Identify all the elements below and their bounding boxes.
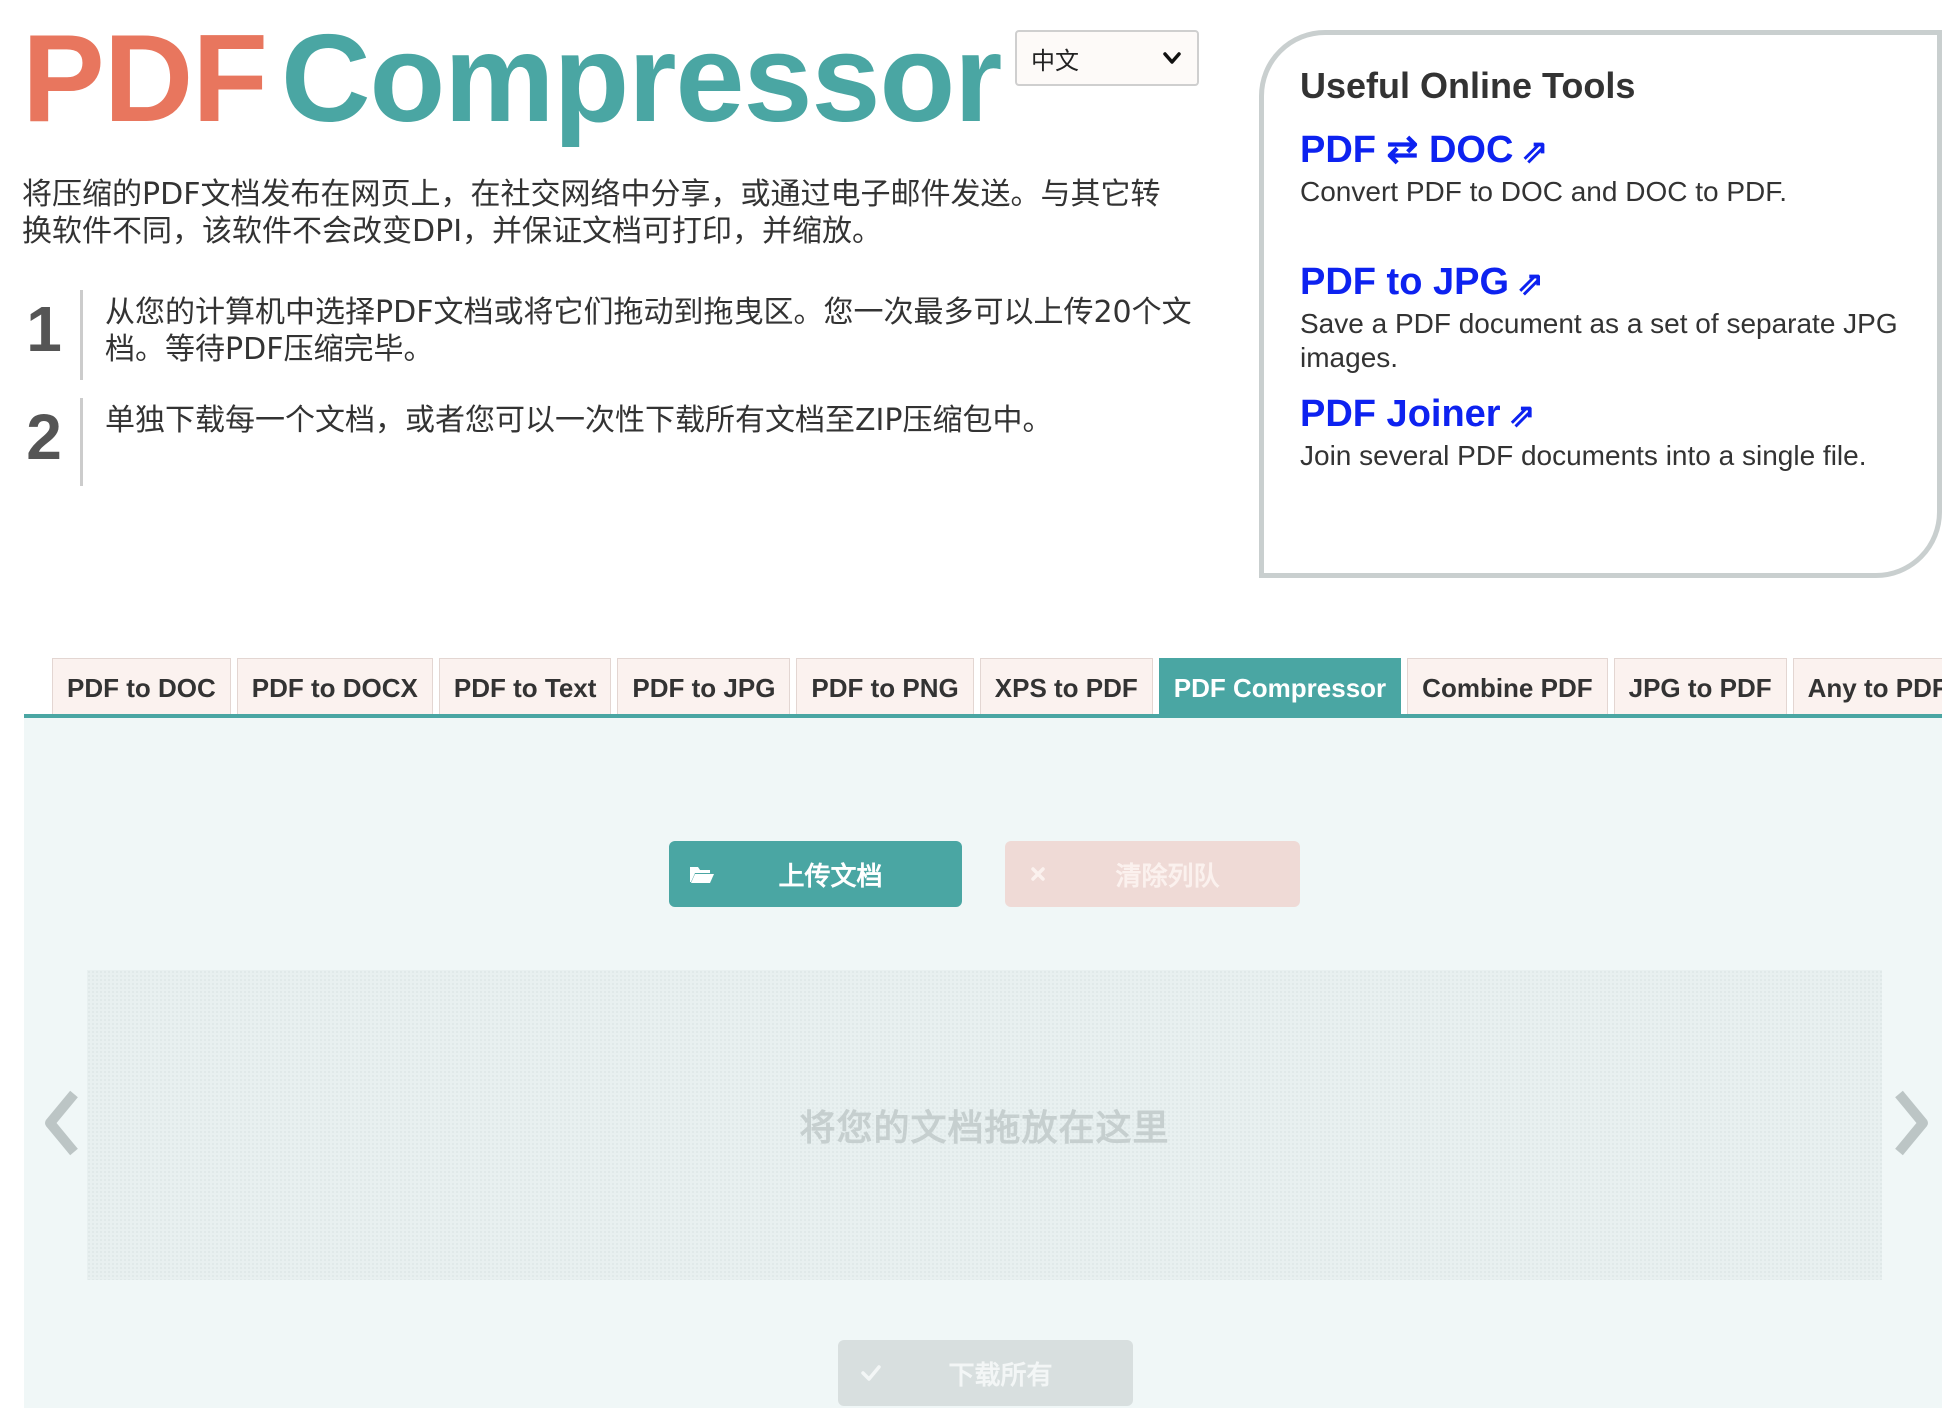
chevron-left-icon[interactable] <box>38 1088 88 1158</box>
tab-pdf-to-jpg[interactable]: PDF to JPG <box>617 658 791 716</box>
step-text: 从您的计算机中选择PDF文档或将它们拖动到拖曳区。您一次最多可以上传20个文档。… <box>105 295 1192 367</box>
tab-any-to-pdf[interactable]: Any to PDF <box>1792 658 1942 716</box>
clear-queue-button[interactable]: 清除列队 <box>1005 841 1300 907</box>
tool-link-label: PDF ⇄ DOC <box>1300 129 1514 171</box>
close-icon <box>1031 867 1045 881</box>
logo: PDF Compressor <box>22 14 1002 144</box>
checkmark-icon <box>861 1365 881 1381</box>
download-all-button[interactable]: 下载所有 <box>838 1340 1133 1406</box>
external-link-icon: ⇗ <box>1521 133 1549 169</box>
tool-description: Convert PDF to DOC and DOC to PDF. <box>1300 176 1788 207</box>
tab-combine-pdf[interactable]: Combine PDF <box>1407 658 1608 716</box>
tool-tabs: PDF to DOC PDF to DOCX PDF to Text PDF t… <box>52 658 1942 716</box>
step-1: 1 从您的计算机中选择PDF文档或将它们拖动到拖曳区。您一次最多可以上传20个文… <box>22 290 1192 380</box>
tool-description: Save a PDF document as a set of separate… <box>1300 308 1898 373</box>
step-divider <box>80 398 83 486</box>
tool-item-pdf-joiner: PDF Joiner ⇗ Join several PDF documents i… <box>1300 392 1920 473</box>
step-number: 2 <box>26 401 62 473</box>
folder-open-icon <box>690 867 714 883</box>
step-divider <box>80 290 83 380</box>
tool-link-pdf-joiner[interactable]: PDF Joiner ⇗ <box>1300 392 1535 437</box>
tab-pdf-to-docx[interactable]: PDF to DOCX <box>236 658 433 716</box>
external-link-icon: ⇗ <box>1508 397 1536 433</box>
tool-link-pdf-jpg[interactable]: PDF to JPG ⇗ <box>1300 260 1544 305</box>
intro-text: 将压缩的PDF文档发布在网页上，在社交网络中分享，或通过电子邮件发送。与其它转换… <box>22 177 1161 249</box>
tab-jpg-to-pdf[interactable]: JPG to PDF <box>1613 658 1787 716</box>
dropzone-text: 将您的文档拖放在这里 <box>799 1108 1170 1149</box>
useful-tools-title: Useful Online Tools <box>1300 65 1636 106</box>
tab-pdf-to-doc[interactable]: PDF to DOC <box>52 658 231 716</box>
chevron-right-icon[interactable] <box>1885 1088 1935 1158</box>
external-link-icon: ⇗ <box>1517 265 1544 301</box>
useful-tools-panel: Useful Online Tools PDF ⇄ DOC ⇗ Convert P… <box>1259 30 1942 578</box>
tool-link-label: PDF to JPG <box>1300 261 1510 303</box>
chevron-down-icon <box>1163 52 1181 64</box>
logo-compressor: Compressor <box>281 10 1002 148</box>
tool-link-label: PDF Joiner <box>1300 393 1501 435</box>
tool-description: Join several PDF documents into a single… <box>1300 440 1867 471</box>
language-select[interactable]: 中文 <box>1015 30 1199 86</box>
step-number: 1 <box>26 293 62 365</box>
step-2: 2 单独下载每一个文档，或者您可以一次性下载所有文档至ZIP压缩包中。 <box>22 398 1192 486</box>
upload-button[interactable]: 上传文档 <box>669 841 962 907</box>
tab-pdf-to-text[interactable]: PDF to Text <box>438 658 612 716</box>
tab-pdf-to-png[interactable]: PDF to PNG <box>796 658 974 716</box>
tool-link-pdf-doc[interactable]: PDF ⇄ DOC ⇗ <box>1300 128 1548 173</box>
logo-pdf: PDF <box>22 10 268 148</box>
language-select-value: 中文 <box>1031 46 1079 75</box>
file-dropzone[interactable]: 将您的文档拖放在这里 <box>87 970 1882 1280</box>
tool-item-pdf-jpg: PDF to JPG ⇗ Save a PDF document as a set… <box>1300 260 1920 375</box>
tool-item-pdf-doc: PDF ⇄ DOC ⇗ Convert PDF to DOC and DOC to… <box>1300 128 1920 209</box>
tab-xps-to-pdf[interactable]: XPS to PDF <box>979 658 1153 716</box>
tab-pdf-compressor[interactable]: PDF Compressor <box>1158 658 1402 716</box>
step-text: 单独下载每一个文档，或者您可以一次性下载所有文档至ZIP压缩包中。 <box>105 403 1053 438</box>
